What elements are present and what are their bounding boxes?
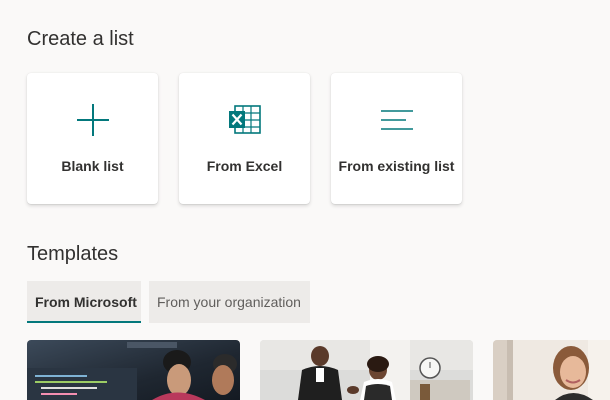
template-thumbnail-coding-people[interactable] bbox=[27, 340, 240, 400]
template-thumbnail-smiling-woman[interactable] bbox=[493, 340, 610, 400]
blank-list-label: Blank list bbox=[61, 158, 124, 174]
tab-from-microsoft[interactable]: From Microsoft bbox=[27, 281, 141, 323]
excel-icon bbox=[179, 103, 310, 137]
selected-tab-indicator bbox=[27, 321, 141, 323]
plus-icon bbox=[27, 103, 158, 137]
tab-from-your-organization-label: From your organization bbox=[157, 294, 301, 310]
blank-list-card[interactable]: Blank list bbox=[27, 73, 158, 204]
from-excel-label: From Excel bbox=[206, 158, 283, 174]
create-list-heading: Create a list bbox=[27, 28, 134, 50]
template-thumbnail-business-handshake[interactable] bbox=[260, 340, 473, 400]
list-lines-icon bbox=[331, 103, 462, 137]
from-excel-card[interactable]: From Excel bbox=[179, 73, 310, 204]
tab-from-your-organization[interactable]: From your organization bbox=[149, 281, 310, 323]
tab-from-microsoft-label: From Microsoft bbox=[35, 294, 137, 310]
from-existing-list-label: From existing list bbox=[338, 158, 455, 174]
from-existing-list-card[interactable]: From existing list bbox=[331, 73, 462, 204]
templates-heading: Templates bbox=[27, 243, 119, 265]
